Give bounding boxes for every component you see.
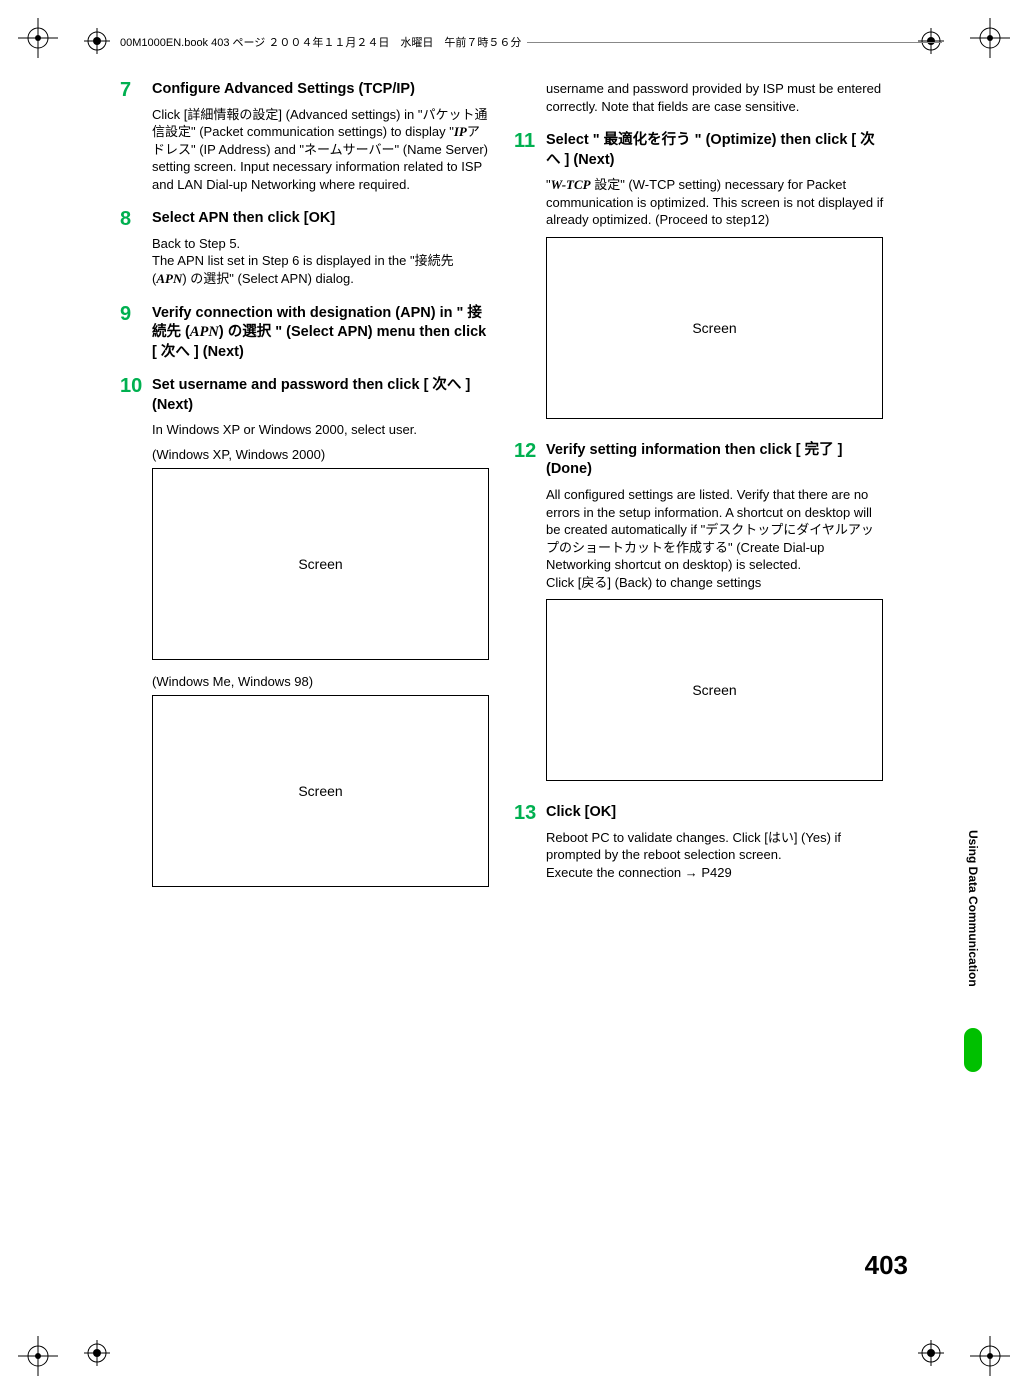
step-number: 8: [120, 209, 152, 295]
step-9: 9 Verify connection with designation (AP…: [120, 304, 490, 369]
step-title: Configure Advanced Settings (TCP/IP): [152, 80, 490, 100]
step-description: username and password provided by ISP mu…: [546, 80, 884, 115]
left-column: 7 Configure Advanced Settings (TCP/IP) C…: [120, 80, 490, 909]
step-description: "W-TCP 設定" (W-TCP setting) necessary for…: [546, 176, 884, 229]
step-number: 12: [514, 441, 546, 795]
caption: (Windows XP, Windows 2000): [152, 447, 490, 462]
step-11: 11 Select " 最適化を行う " (Optimize) then cli…: [514, 131, 884, 433]
screen-label: Screen: [298, 783, 342, 799]
step-title: Verify connection with designation (APN)…: [152, 304, 490, 363]
step-title: Click [OK]: [546, 803, 884, 823]
screenshot-placeholder: Screen: [546, 237, 883, 419]
step-description: Back to Step 5.The APN list set in Step …: [152, 235, 490, 288]
step-number: 10: [120, 376, 152, 901]
step-description: In Windows XP or Windows 2000, select us…: [152, 421, 490, 439]
crop-mark-icon: [18, 1336, 58, 1376]
right-column: username and password provided by ISP mu…: [514, 80, 884, 909]
step-number: 13: [514, 803, 546, 889]
crop-mark-icon: [970, 1336, 1010, 1376]
step-title: Select APN then click [OK]: [152, 209, 490, 229]
print-header-text: 00M1000EN.book 403 ページ ２００４年１１月２４日 水曜日 午…: [120, 34, 521, 50]
screen-label: Screen: [692, 682, 736, 698]
screenshot-placeholder: Screen: [152, 695, 489, 887]
caption: (Windows Me, Windows 98): [152, 674, 490, 689]
step-description: All configured settings are listed. Veri…: [546, 486, 884, 591]
step-title: Verify setting information then click [ …: [546, 441, 884, 480]
registration-mark-icon: [84, 1340, 110, 1366]
step-8: 8 Select APN then click [OK] Back to Ste…: [120, 209, 490, 295]
page-content: 7 Configure Advanced Settings (TCP/IP) C…: [120, 80, 920, 909]
step-10: 10 Set username and password then click …: [120, 376, 490, 901]
screenshot-placeholder: Screen: [152, 468, 489, 660]
screen-label: Screen: [692, 320, 736, 336]
page-number: 403: [865, 1250, 908, 1281]
screenshot-placeholder: Screen: [546, 599, 883, 781]
step-description: Click [詳細情報の設定] (Advanced settings) in "…: [152, 106, 490, 194]
step-12: 12 Verify setting information then click…: [514, 441, 884, 795]
step-number: 9: [120, 304, 152, 369]
crop-mark-icon: [18, 18, 58, 58]
step-description: Reboot PC to validate changes. Click [はい…: [546, 829, 884, 882]
step-number: 7: [120, 80, 152, 201]
step-7: 7 Configure Advanced Settings (TCP/IP) C…: [120, 80, 490, 201]
screen-label: Screen: [298, 556, 342, 572]
step-10-cont: username and password provided by ISP mu…: [514, 80, 884, 123]
crop-mark-icon: [970, 18, 1010, 58]
print-header: 00M1000EN.book 403 ページ ２００４年１１月２４日 水曜日 午…: [80, 34, 948, 50]
section-tab: Using Data Communication: [966, 830, 980, 987]
step-title: Select " 最適化を行う " (Optimize) then click …: [546, 131, 884, 170]
step-number-empty: [514, 80, 546, 123]
section-tab-indicator: [964, 1028, 982, 1072]
registration-mark-icon: [918, 1340, 944, 1366]
step-13: 13 Click [OK] Reboot PC to validate chan…: [514, 803, 884, 889]
step-title: Set username and password then click [ 次…: [152, 376, 490, 415]
step-number: 11: [514, 131, 546, 433]
